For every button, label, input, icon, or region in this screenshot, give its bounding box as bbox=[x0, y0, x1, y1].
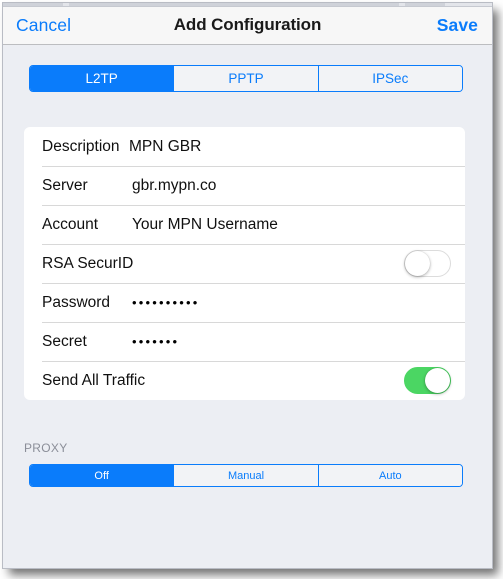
vpn-protocol-segmented-control[interactable]: L2TP PPTP IPSec bbox=[29, 65, 463, 92]
table-row-secret[interactable]: Secret ••••••• bbox=[24, 322, 465, 361]
server-input[interactable]: gbr.mypn.co bbox=[132, 177, 216, 195]
rsa-securid-toggle[interactable] bbox=[404, 250, 451, 277]
row-label: Send All Traffic bbox=[42, 371, 146, 389]
table-row-rsa-securid[interactable]: RSA SecurID bbox=[24, 244, 465, 283]
vpn-settings-card: Description MPN GBR Server gbr.mypn.co A… bbox=[24, 127, 465, 400]
row-label: Description bbox=[42, 137, 120, 155]
table-row-account[interactable]: Account Your MPN Username bbox=[24, 205, 465, 244]
description-input[interactable]: MPN GBR bbox=[129, 138, 201, 156]
segment-proxy-off[interactable]: Off bbox=[30, 465, 175, 486]
toggle-knob bbox=[405, 251, 430, 276]
segment-pptp[interactable]: PPTP bbox=[174, 66, 319, 91]
toggle-knob bbox=[425, 368, 450, 393]
send-all-traffic-toggle[interactable] bbox=[404, 367, 451, 394]
settings-content: L2TP PPTP IPSec Description MPN GBR Serv… bbox=[3, 46, 492, 568]
table-row-send-all-traffic[interactable]: Send All Traffic bbox=[24, 361, 465, 400]
account-input[interactable]: Your MPN Username bbox=[132, 216, 278, 234]
row-label: Account bbox=[42, 215, 99, 233]
segment-proxy-auto[interactable]: Auto bbox=[318, 465, 462, 486]
row-label: Secret bbox=[42, 332, 87, 350]
save-button[interactable]: Save bbox=[437, 15, 478, 36]
segment-l2tp[interactable]: L2TP bbox=[30, 66, 175, 91]
table-row-description[interactable]: Description MPN GBR bbox=[24, 127, 465, 166]
row-label: Server bbox=[42, 176, 88, 194]
segment-ipsec[interactable]: IPSec bbox=[318, 66, 462, 91]
proxy-segmented-control[interactable]: Off Manual Auto bbox=[29, 464, 463, 487]
page-title: Add Configuration bbox=[173, 15, 322, 34]
segment-proxy-manual[interactable]: Manual bbox=[174, 465, 319, 486]
row-label: Password bbox=[42, 293, 111, 311]
secret-input[interactable]: ••••••• bbox=[132, 334, 179, 349]
navigation-bar: Cancel Add Configuration Save bbox=[3, 7, 492, 45]
table-row-server[interactable]: Server gbr.mypn.co bbox=[24, 166, 465, 205]
table-row-password[interactable]: Password •••••••••• bbox=[24, 283, 465, 322]
row-label: RSA SecurID bbox=[42, 254, 134, 272]
screenshot-frame: Cancel Add Configuration Save L2TP PPTP … bbox=[2, 2, 493, 569]
proxy-section-header: PROXY bbox=[24, 441, 68, 455]
password-input[interactable]: •••••••••• bbox=[132, 295, 200, 310]
